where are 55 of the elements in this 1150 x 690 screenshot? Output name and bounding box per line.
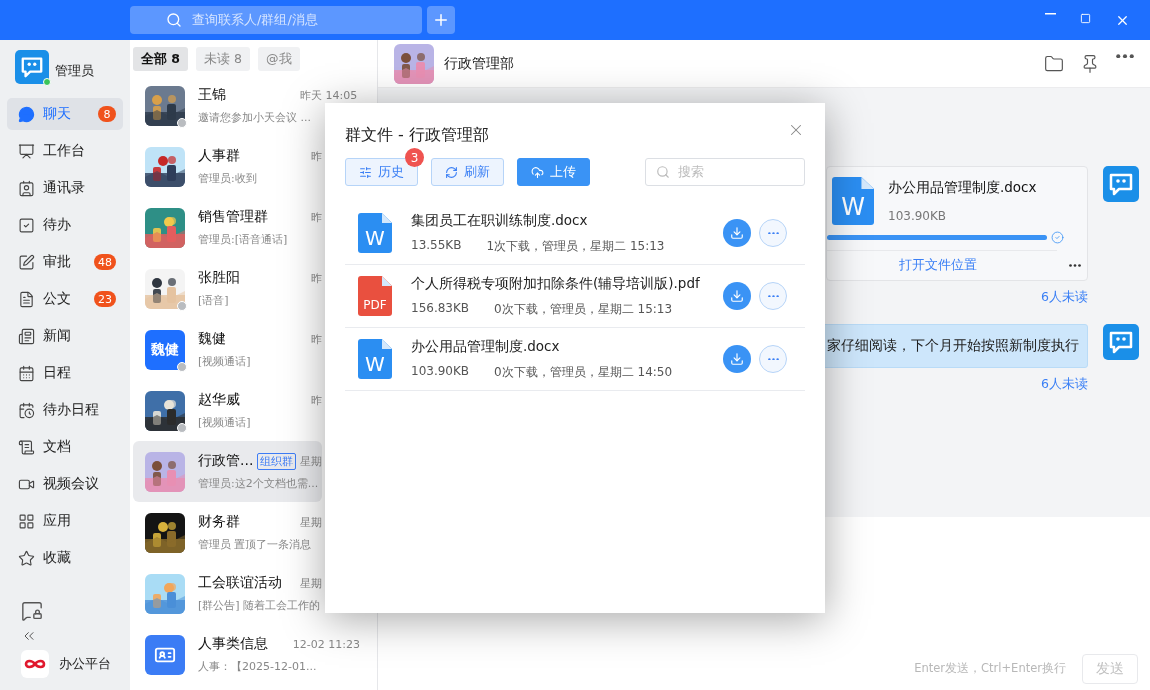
chat-preview: 邀请您参加小天会议 ... [198,110,312,125]
word-file-icon: W [358,339,392,379]
chat-name: 张胜阳 [198,269,240,287]
chat-preview: 管理员:收到 [198,171,258,186]
file-name: 办公用品管理制度.docx [888,179,1037,197]
pdf-file-icon: PDF [358,276,392,316]
chat-name: 赵华威 [198,391,240,409]
chat-time: 12-02 11:23 [292,637,360,651]
chat-name: 行政管... [198,452,254,470]
chat-time: 昨 [311,270,322,286]
chat-name: 财务群 [198,513,240,531]
dialog-title: 群文件 - 行政管理部 [345,125,489,146]
chat-name: 人事类信息 [198,635,268,653]
input-hint: Enter发送，Ctrl+Enter换行 [914,661,1066,676]
chat-name: 王锦 [198,86,226,104]
chat-preview: [视频通话] [198,354,252,369]
file-name: 个人所得税专项附加扣除条件(辅导培训版).pdf [411,274,701,293]
chat-preview: 管理员:[语音通话] [198,232,289,247]
file-size: 103.90KB [411,363,470,380]
chat-time: 昨 [311,148,322,164]
chat-time: 星期 [300,453,322,469]
file-size: 103.90KB [888,209,948,223]
file-name: 集团员工在职训练制度.docx [411,211,589,230]
word-file-icon: W [832,177,874,225]
count-badge: 23 [94,291,116,307]
word-file-icon: W [358,213,392,253]
user-name: 管理员 [55,62,94,80]
chat-name: 人事群 [198,147,240,165]
group-tag: 组织群 [257,452,297,470]
chat-time: 昨 [311,331,322,347]
text-avatar: 魏健 [145,329,185,370]
chat-name: 魏健 [198,330,226,348]
chat-time: 星期 [300,514,322,530]
chat-preview: 管理员:这2个文档也需... [198,476,320,491]
chat-preview: [视频通话] [198,415,252,430]
file-meta: 0次下载，管理员，星期二 15:13 [494,300,673,318]
file-meta: 0次下载，管理员，星期二 14:50 [494,363,673,381]
file-size: 13.55KB [411,237,462,254]
chat-name: 销售管理群 [198,208,268,226]
count-badge: 48 [94,254,116,270]
file-meta: 1次下载，管理员，星期二 15:13 [486,237,665,255]
chat-time: 昨天 14:05 [300,87,359,103]
chat-time: 星期 [300,575,322,591]
chat-time: 昨 [311,392,322,408]
count-badge: 3 [405,148,424,167]
file-size: 156.83KB [411,300,470,317]
chat-preview: 人事：【2025-12-01... [198,659,318,674]
chat-name: 工会联谊活动 [198,574,282,592]
file-name: 办公用品管理制度.docx [411,337,561,356]
chat-preview: [群公告] 随着工会工作的 [198,598,322,613]
chat-time: 昨 [311,209,322,225]
chat-preview: [语音] [198,293,230,308]
chat-preview: 管理员 置顶了一条消息 [198,537,313,552]
conversation-title: 行政管理部 [444,54,514,73]
count-badge: 8 [98,106,116,122]
